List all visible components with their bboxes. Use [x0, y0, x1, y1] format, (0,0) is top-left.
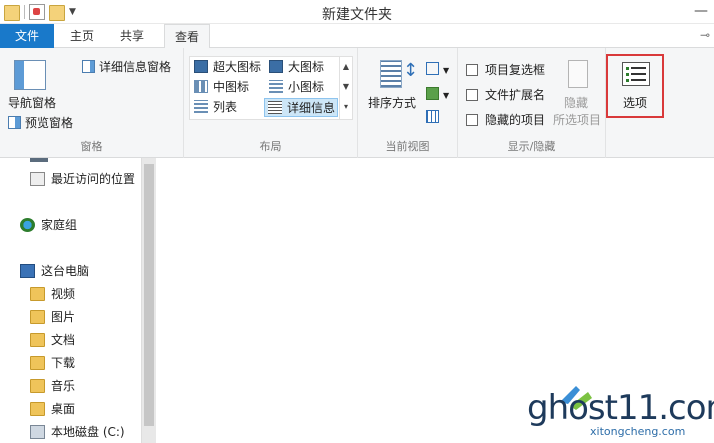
nav-item-local-disk-c[interactable]: 本地磁盘 (C:): [30, 423, 125, 440]
preview-pane-button[interactable]: 预览窗格: [8, 114, 73, 131]
layout-medium-icons[interactable]: 中图标: [191, 78, 249, 97]
large-icons-icon: [269, 60, 283, 73]
details-pane-label: 详细信息窗格: [99, 60, 172, 74]
videos-folder-icon: [30, 287, 45, 301]
navigation-pane-button[interactable]: 导航窗格: [8, 94, 56, 111]
preview-pane-label: 预览窗格: [25, 116, 74, 130]
options-icon: [622, 62, 650, 86]
nav-item-music[interactable]: 音乐: [30, 377, 75, 394]
watermark-subtext: xitongcheng.com: [590, 425, 686, 438]
file-extensions-label: 文件扩展名: [485, 88, 546, 102]
layout-gallery: 超大图标 大图标 中图标 小图标 列表 详细信息 ▲ ▼ ▾: [189, 56, 353, 120]
group-by-icon: [426, 62, 439, 75]
navigation-pane-icon: [14, 60, 46, 90]
sort-arrows-icon: ↕: [403, 60, 419, 81]
nav-item-this-pc[interactable]: 这台电脑: [20, 262, 89, 279]
options-label: 选项: [623, 96, 648, 110]
hide-selected-icon: [568, 60, 588, 88]
tab-view[interactable]: 查看: [164, 24, 210, 49]
sort-by-button[interactable]: 排序方式: [368, 94, 416, 111]
nav-item-homegroup[interactable]: 家庭组: [20, 216, 77, 233]
hidden-items-label: 隐藏的项目: [485, 113, 546, 127]
layout-gallery-scroller[interactable]: ▲ ▼ ▾: [339, 57, 352, 119]
group-by-button[interactable]: ▼: [426, 62, 449, 76]
chevron-up-icon[interactable]: ▲: [340, 57, 352, 77]
minimize-icon[interactable]: —: [694, 3, 708, 19]
details-pane-button[interactable]: 详细信息窗格: [82, 58, 171, 75]
item-checkboxes-toggle[interactable]: 项目复选框: [466, 61, 545, 78]
show-hide-group-label: 显示/隐藏: [507, 140, 556, 153]
panes-group: 导航窗格 预览窗格 详细信息窗格 窗格: [0, 48, 184, 158]
preview-pane-icon: [8, 116, 21, 129]
homegroup-icon: [20, 218, 35, 232]
navigation-scrollbar[interactable]: [141, 158, 156, 443]
details-pane-icon: [82, 60, 95, 73]
nav-item-videos[interactable]: 视频: [30, 285, 75, 302]
computer-icon: [20, 264, 35, 278]
details-icon: [268, 101, 282, 114]
show-hide-group: 项目复选框 文件扩展名 隐藏的项目 隐藏 所选项目 显示/隐藏: [458, 48, 606, 158]
documents-folder-icon: [30, 333, 45, 347]
chevron-down-icon: ▼: [443, 66, 450, 75]
hide-selected-line1[interactable]: 隐藏: [564, 94, 588, 111]
recent-places-icon: [30, 172, 45, 186]
title-bar: ▼ 新建文件夹 —: [0, 0, 714, 24]
add-columns-button[interactable]: ▼: [426, 87, 449, 101]
pin-ribbon-icon[interactable]: ⊸: [700, 28, 710, 42]
item-checkboxes-label: 项目复选框: [485, 63, 546, 77]
nav-item-pictures[interactable]: 图片: [30, 308, 75, 325]
chevron-down-icon: ▼: [443, 91, 450, 100]
add-columns-icon: [426, 87, 439, 100]
nav-item-downloads[interactable]: 下载: [30, 354, 75, 371]
nav-item-desktop[interactable]: 桌面: [30, 400, 75, 417]
file-extensions-toggle[interactable]: 文件扩展名: [466, 86, 545, 103]
drive-icon: [30, 425, 45, 439]
ribbon-tabs: 文件 主页 共享 查看 ⊸: [0, 24, 714, 49]
watermark-text: ghost11.com: [527, 388, 714, 428]
tab-home[interactable]: 主页: [62, 24, 102, 48]
layout-small-icons[interactable]: 小图标: [266, 78, 324, 97]
item-checkboxes-checkbox[interactable]: [466, 64, 478, 76]
navigation-pane: 最近访问的位置 家庭组 这台电脑 视频 图片 文档 下载 音乐 桌面 本地磁盘 …: [0, 158, 155, 443]
extra-large-icons-icon: [194, 60, 208, 73]
hidden-items-checkbox[interactable]: [466, 114, 478, 126]
layout-group-label: 布局: [259, 140, 282, 153]
downloads-folder-icon: [30, 356, 45, 370]
size-columns-button[interactable]: [426, 110, 443, 124]
ribbon: 导航窗格 预览窗格 详细信息窗格 窗格 布局 超大图标 大图标 中图标 小图标 …: [0, 48, 714, 158]
tab-share[interactable]: 共享: [112, 24, 152, 48]
sort-by-icon: [380, 60, 402, 88]
hide-selected-line2[interactable]: 所选项目: [553, 111, 601, 128]
scrollbar-thumb[interactable]: [144, 164, 154, 426]
clipped-item-icon: [30, 158, 48, 162]
small-icons-icon: [269, 80, 283, 93]
layout-list[interactable]: 列表: [191, 98, 237, 117]
expand-gallery-icon[interactable]: ▾: [340, 97, 352, 117]
list-icon: [194, 100, 208, 113]
chevron-down-icon[interactable]: ▼: [340, 77, 352, 97]
medium-icons-icon: [194, 80, 208, 93]
layout-extra-large-icons[interactable]: 超大图标: [191, 58, 261, 77]
file-extensions-checkbox[interactable]: [466, 89, 478, 101]
layout-large-icons[interactable]: 大图标: [266, 58, 324, 77]
tab-file[interactable]: 文件: [0, 24, 54, 48]
pictures-folder-icon: [30, 310, 45, 324]
layout-details[interactable]: 详细信息: [264, 98, 338, 117]
current-view-group-label: 当前视图: [385, 140, 430, 153]
window-title: 新建文件夹: [322, 7, 392, 23]
panes-group-label: 窗格: [80, 140, 103, 153]
nav-item-recent-places[interactable]: 最近访问的位置: [30, 170, 135, 187]
options-button[interactable]: 选项: [606, 54, 664, 118]
music-folder-icon: [30, 379, 45, 393]
current-view-group: ↕ 排序方式 ▼ ▼ 当前视图: [358, 48, 458, 158]
desktop-folder-icon: [30, 402, 45, 416]
hidden-items-toggle[interactable]: 隐藏的项目: [466, 111, 545, 128]
nav-item-documents[interactable]: 文档: [30, 331, 75, 348]
size-columns-icon: [426, 110, 439, 123]
